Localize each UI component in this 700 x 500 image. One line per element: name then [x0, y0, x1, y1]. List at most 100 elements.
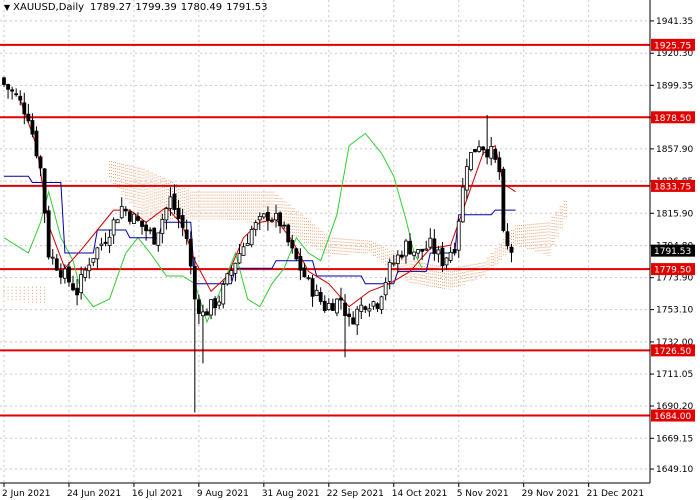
candle-body: [294, 248, 299, 260]
candle-body: [391, 262, 396, 265]
x-tick-label: 22 Sep 2021: [327, 489, 384, 499]
level-price-label: 1779.50: [654, 266, 691, 276]
candle-body: [87, 264, 92, 272]
candle: [473, 149, 477, 153]
candle-body: [318, 292, 323, 302]
candle-body: [501, 168, 506, 231]
candle-body: [477, 146, 481, 152]
candle-body: [22, 102, 27, 115]
candle-body: [306, 277, 311, 280]
x-tick-label: 14 Oct 2021: [392, 489, 448, 499]
level-price-label: 1684.00: [654, 412, 691, 422]
candle-body: [6, 84, 10, 90]
candle-body: [2, 77, 6, 85]
candle-body: [132, 213, 136, 224]
y-tick-label: 1711.05: [656, 370, 693, 380]
candle-body: [464, 166, 469, 191]
candle-body: [456, 220, 461, 251]
candle-body: [497, 157, 502, 173]
candle-body: [201, 311, 205, 317]
candle-body: [75, 287, 79, 296]
candle-body: [265, 212, 270, 221]
candle: [152, 227, 157, 245]
candle-body: [440, 247, 445, 267]
candle-body: [156, 232, 161, 246]
candle-body: [103, 241, 108, 244]
candle-body: [371, 301, 376, 307]
candle-body: [99, 243, 104, 246]
candle-body: [136, 216, 140, 221]
y-tick-label: 1753.10: [656, 306, 693, 316]
candle-body: [127, 211, 132, 222]
candle-body: [416, 249, 421, 254]
y-tick-label: 1669.15: [656, 434, 693, 444]
candle-body: [408, 240, 412, 255]
candle-body: [326, 303, 331, 311]
x-tick-label: 31 Aug 2021: [262, 489, 320, 499]
candle-body: [395, 254, 400, 264]
candle-body: [473, 149, 477, 153]
candle-body: [310, 278, 315, 297]
candle: [115, 218, 120, 224]
candle-body: [172, 193, 177, 210]
candle-body: [119, 206, 124, 219]
candle-body: [412, 251, 416, 256]
x-tick-label: 5 Nov 2021: [457, 489, 509, 499]
candle-body: [379, 296, 384, 310]
candle-body: [192, 265, 197, 300]
candle-body: [330, 303, 335, 311]
candle-body: [42, 168, 47, 214]
candle-body: [249, 229, 254, 246]
y-tick-label: 1649.10: [656, 465, 693, 475]
candle-body: [404, 240, 408, 257]
candle: [132, 212, 136, 224]
ohlc-low: 1780.49: [180, 2, 223, 13]
y-tick-label: 1857.90: [656, 145, 693, 155]
candle-body: [34, 130, 39, 157]
ohlc-high: 1799.39: [135, 2, 177, 13]
candle-body: [399, 254, 404, 258]
chevron-down-icon[interactable]: ▼: [4, 3, 10, 12]
candle-body: [298, 255, 303, 271]
candle-body: [14, 93, 19, 96]
candle-body: [286, 224, 291, 243]
candle-body: [290, 240, 295, 249]
candle-body: [123, 208, 128, 212]
candle-body: [188, 238, 193, 267]
candle-body: [213, 298, 218, 309]
candle-body: [221, 283, 226, 305]
candle-body: [261, 213, 266, 218]
candle-body: [359, 304, 364, 312]
symbol-label: XAUUSD,Daily: [13, 2, 85, 13]
candle-body: [229, 270, 234, 276]
candle-body: [367, 308, 372, 312]
candle-body: [58, 270, 63, 278]
ohlc-close: 1791.53: [226, 2, 268, 13]
chart-grid: [0, 0, 700, 500]
candle-body: [493, 149, 498, 160]
y-tick-label: 1899.35: [656, 81, 693, 91]
candle-body: [302, 267, 307, 278]
candle-body: [485, 149, 490, 158]
candle-body: [196, 299, 201, 314]
candle: [225, 272, 230, 286]
candle: [46, 205, 51, 260]
candle-body: [444, 257, 449, 266]
candle-body: [270, 220, 274, 223]
candle-body: [168, 196, 173, 209]
x-tick-label: 2 Jun 2021: [2, 489, 50, 499]
candle-body: [335, 298, 339, 314]
candle-body: [282, 224, 287, 227]
x-tick-label: 21 Dec 2021: [587, 489, 645, 499]
candle-body: [38, 156, 43, 169]
candle: [294, 247, 299, 261]
candle-body: [448, 251, 453, 261]
candle-body: [152, 227, 157, 245]
candle-body: [428, 237, 433, 248]
x-tick-label: 24 Jun 2021: [67, 489, 121, 499]
price-chart[interactable]: 1941.351920.301899.351878.501857.901836.…: [0, 0, 700, 500]
candle-body: [347, 313, 352, 318]
candle-body: [184, 229, 189, 239]
current-price-label: 1791.53: [654, 247, 691, 257]
candle-body: [79, 274, 84, 294]
